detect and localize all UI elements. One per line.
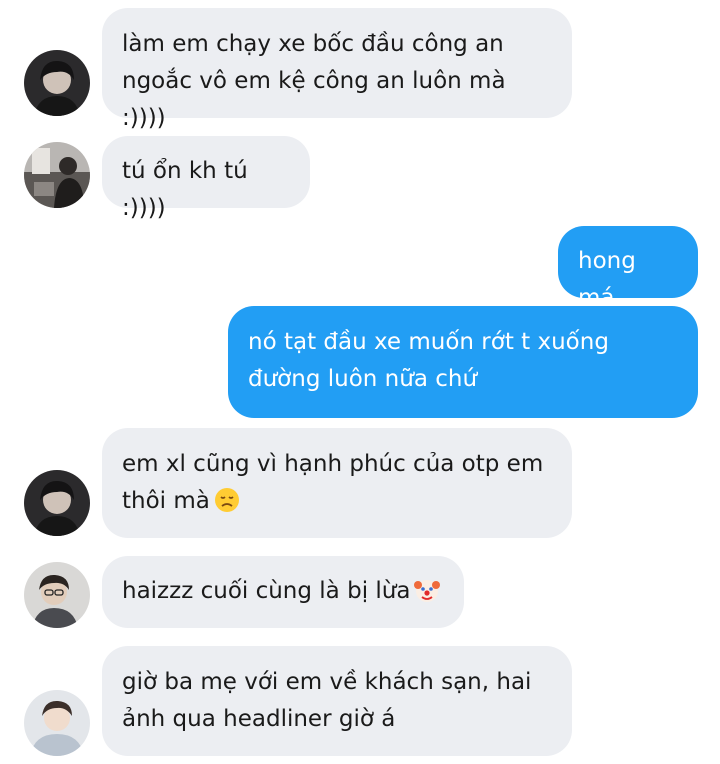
avatar-dark-hair[interactable] bbox=[24, 50, 90, 116]
clown-face-icon bbox=[414, 580, 441, 602]
message-text: em xl cũng vì hạnh phúc của otp em thôi … bbox=[122, 451, 544, 514]
message-bubble[interactable]: nó tạt đầu xe muốn rớt t xuống đường luô… bbox=[228, 306, 698, 418]
avatar-room-photo[interactable] bbox=[24, 142, 90, 208]
message-bubble[interactable]: giờ ba mẹ với em về khách sạn, hai ảnh q… bbox=[102, 646, 572, 756]
disappointed-face-icon bbox=[214, 488, 239, 512]
avatar-dark-hair[interactable] bbox=[24, 470, 90, 536]
message-bubble[interactable]: làm em chạy xe bốc đầu công an ngoắc vô … bbox=[102, 8, 572, 131]
message-bubble[interactable]: em xl cũng vì hạnh phúc của otp em thôi … bbox=[102, 428, 572, 538]
message-bubble[interactable]: tú ổn kh tú :)))) bbox=[102, 136, 310, 221]
message-bubble[interactable]: haizzz cuối cùng là bị lừa bbox=[102, 556, 464, 628]
chat-thread: làm em chạy xe bốc đầu công an ngoắc vô … bbox=[0, 0, 720, 764]
message-bubble[interactable]: hong má bbox=[558, 226, 698, 311]
avatar-glasses[interactable] bbox=[24, 562, 90, 628]
avatar-light-hoodie[interactable] bbox=[24, 690, 90, 756]
message-text: haizzz cuối cùng là bị lừa bbox=[122, 578, 411, 604]
